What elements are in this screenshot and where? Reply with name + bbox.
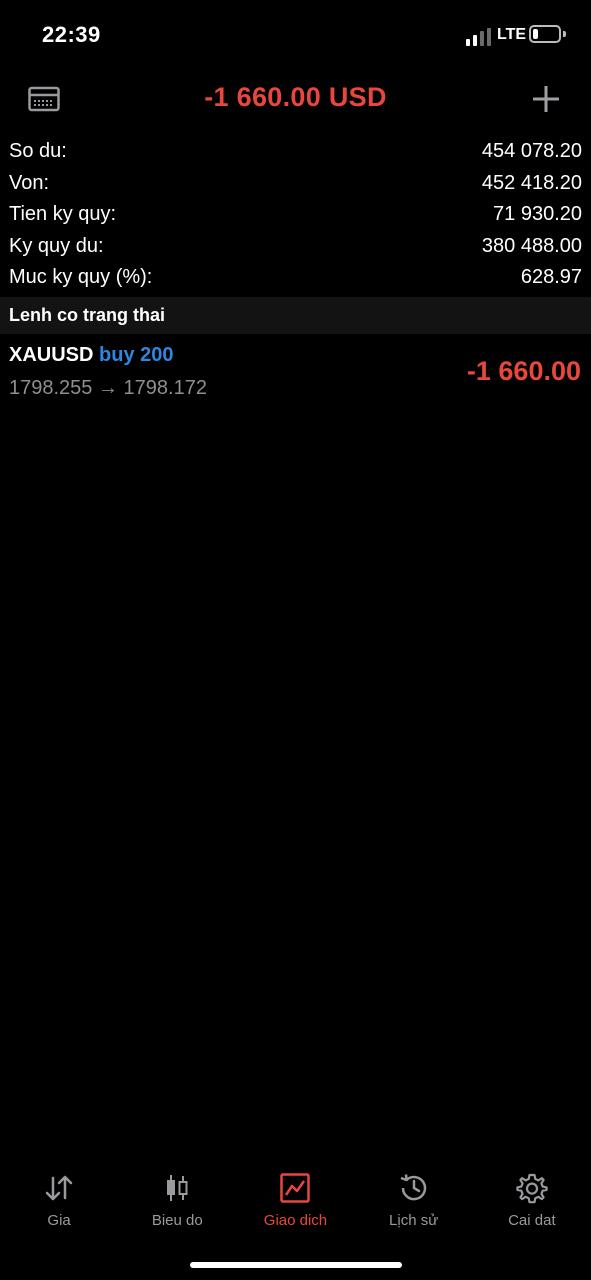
network-label: LTE — [497, 26, 527, 43]
tab-trade[interactable]: Giao dich — [236, 1160, 354, 1240]
arrows-icon — [45, 1175, 73, 1201]
battery-level — [533, 29, 538, 39]
summary-label: Tien ky quy: — [9, 203, 117, 226]
summary-value: 628.97 — [520, 266, 582, 289]
signal-icon — [466, 28, 491, 46]
summary-row-margin: Tien ky quy: 71 930.20 — [0, 199, 591, 231]
tab-quotes[interactable]: Gia — [0, 1160, 118, 1240]
tab-bar: Gia Bieu do Giao dich Lịch sử Cai dat — [0, 1160, 591, 1240]
tab-label: Bieu do — [151, 1212, 203, 1229]
tab-settings[interactable]: Cai dat — [473, 1160, 591, 1240]
equity-profit-title: -1 660.00 USD — [204, 82, 387, 112]
summary-label: Von: — [9, 171, 50, 194]
summary-label: So du: — [9, 140, 67, 163]
home-indicator[interactable] — [190, 1262, 402, 1268]
position-row[interactable]: XAUUSD buy 200 1798.255 → 1798.172 -1 66… — [0, 334, 591, 414]
position-side: buy 200 — [99, 344, 174, 366]
summary-row-balance: So du: 454 078.20 — [0, 136, 591, 168]
status-time: 22:39 — [42, 22, 101, 47]
status-bar: 22:39 LTE — [0, 0, 591, 70]
summary-label: Muc ky quy (%): — [9, 266, 153, 289]
plus-icon[interactable] — [532, 85, 560, 113]
header: -1 660.00 USD — [0, 72, 591, 128]
summary-value: 71 930.20 — [493, 203, 582, 226]
tab-label: Gia — [47, 1212, 71, 1229]
tab-label: Cai dat — [508, 1212, 556, 1229]
tab-label: Giao dich — [263, 1212, 328, 1229]
position-symbol: XAUUSD — [9, 344, 94, 366]
summary-row-equity: Von: 452 418.20 — [0, 168, 591, 200]
account-summary: So du: 454 078.20 Von: 452 418.20 Tien k… — [0, 136, 591, 294]
summary-value: 380 488.00 — [481, 234, 582, 257]
gear-icon — [516, 1173, 548, 1204]
tab-chart[interactable]: Bieu do — [118, 1160, 236, 1240]
candlestick-icon — [167, 1175, 188, 1201]
battery-tip — [563, 31, 566, 37]
tab-label: Lịch sử — [389, 1212, 439, 1229]
trade-chart-icon — [280, 1173, 311, 1203]
summary-value: 454 078.20 — [481, 140, 582, 163]
summary-row-margin-level: Muc ky quy (%): 628.97 — [0, 262, 591, 294]
tab-history[interactable]: Lịch sử — [355, 1160, 473, 1240]
position-prices: 1798.255 → 1798.172 — [9, 377, 207, 399]
positions-section-header: Lenh co trang thai — [0, 297, 591, 334]
summary-row-free-margin: Ky quy du: 380 488.00 — [0, 231, 591, 263]
summary-label: Ky quy du: — [9, 234, 104, 257]
position-symbol-line: XAUUSD buy 200 — [9, 344, 174, 367]
battery-icon — [529, 25, 561, 43]
position-profit: -1 660.00 — [466, 356, 581, 386]
summary-value: 452 418.20 — [481, 171, 582, 194]
history-icon — [400, 1174, 426, 1201]
